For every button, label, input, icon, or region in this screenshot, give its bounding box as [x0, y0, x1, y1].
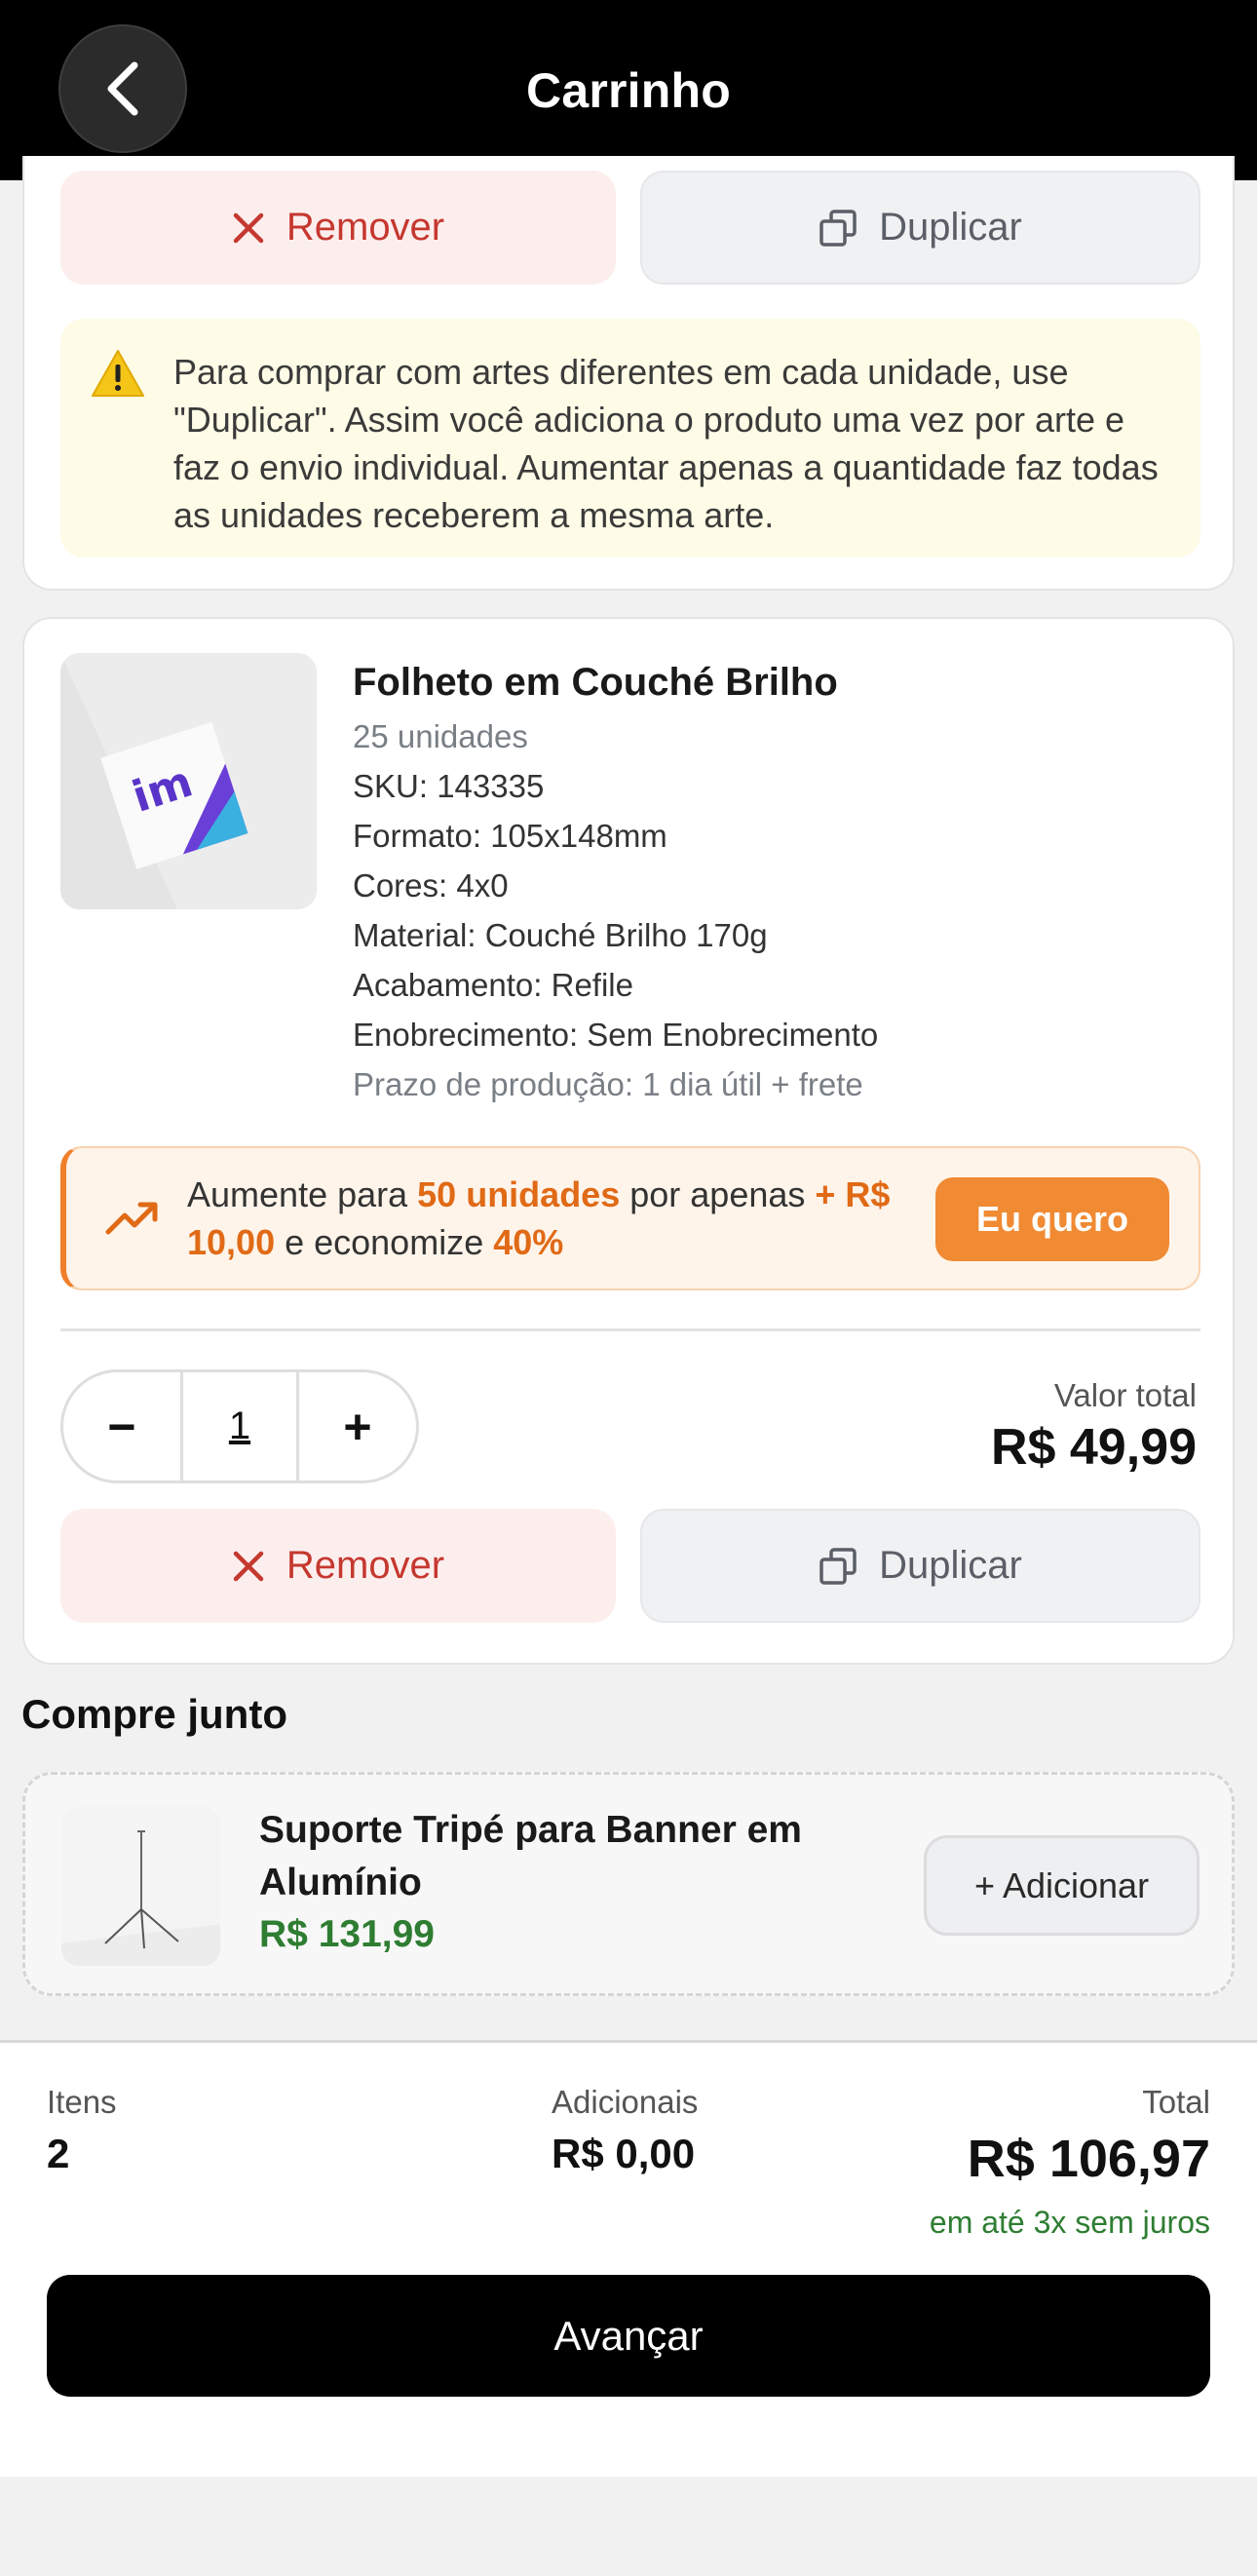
item-actions: Remover Duplicar [60, 1509, 1200, 1623]
upsell-units: 50 unidades [417, 1174, 621, 1214]
increase-button[interactable]: + [299, 1372, 416, 1480]
upsell-accept-button[interactable]: Eu quero [935, 1177, 1169, 1261]
cross-sell-card: Suporte Tripé para Banner em Alumínio R$… [22, 1772, 1235, 1996]
chevron-left-icon [107, 61, 138, 116]
close-icon [233, 1551, 264, 1581]
duplicate-icon [819, 209, 857, 247]
page-title: Carrinho [526, 62, 731, 118]
trending-up-icon [105, 1202, 158, 1235]
advance-button[interactable]: Avançar [47, 2275, 1210, 2397]
product-colors: Cores: 4x0 [353, 867, 509, 904]
extras-value: R$ 0,00 [552, 2131, 696, 2176]
upsell-prefix: Aumente para [187, 1174, 418, 1214]
upsell-text: Aumente para 50 unidades por apenas + R$… [187, 1171, 928, 1266]
section-title: Compre junto [21, 1691, 287, 1737]
duplicate-label: Duplicar [879, 206, 1022, 249]
product-details: Folheto em Couché Brilho 25 unidades SKU… [353, 653, 1171, 1109]
duplicate-hint-box: Para comprar com artes diferentes em cad… [60, 319, 1200, 557]
installments-text: em até 3x sem juros [929, 2205, 1210, 2240]
cart-item-card: Remover Duplicar Para comprar com artes … [22, 156, 1235, 591]
extras-label: Adicionais [552, 2084, 699, 2120]
warning-icon [92, 350, 144, 397]
quantity-upsell-banner: Aumente para 50 unidades por apenas + R$… [60, 1146, 1200, 1290]
remove-button[interactable]: Remover [60, 1509, 616, 1623]
product-image: im [60, 653, 317, 909]
cross-sell-name[interactable]: Suporte Tripé para Banner em Alumínio [259, 1804, 805, 1909]
product-lead-time: Prazo de produção: 1 dia útil + frete [353, 1066, 863, 1102]
product-format: Formato: 105x148mm [353, 818, 667, 854]
top-bar: Carrinho [0, 0, 1257, 180]
cross-sell-image [61, 1807, 220, 1966]
total-value: R$ 106,97 [967, 2130, 1210, 2188]
product-enhancement: Enobrecimento: Sem Enobrecimento [353, 1017, 879, 1053]
items-value: 2 [47, 2131, 70, 2176]
upsell-discount: 40% [493, 1222, 564, 1262]
back-button[interactable] [58, 24, 187, 153]
duplicate-button[interactable]: Duplicar [640, 171, 1200, 285]
item-actions: Remover Duplicar [60, 171, 1200, 285]
product-title[interactable]: Folheto em Couché Brilho [353, 653, 1171, 711]
duplicate-label: Duplicar [879, 1544, 1022, 1587]
remove-label: Remover [286, 1544, 445, 1587]
remove-label: Remover [286, 206, 445, 249]
product-units: 25 unidades [353, 718, 528, 754]
total-label: Total [1142, 2084, 1210, 2120]
decrease-button[interactable]: − [63, 1372, 180, 1480]
product-material: Material: Couché Brilho 170g [353, 917, 768, 953]
quantity-stepper: − 1 + [60, 1369, 419, 1483]
items-label: Itens [47, 2084, 117, 2120]
flyer-illustration: im [60, 653, 317, 909]
item-total-label: Valor total [1053, 1377, 1197, 1413]
add-cross-sell-button[interactable]: + Adicionar [924, 1835, 1200, 1936]
close-icon [233, 212, 264, 243]
checkout-summary: Itens 2 Adicionais R$ 0,00 Total R$ 106,… [0, 2040, 1257, 2477]
quantity-value[interactable]: 1 [180, 1372, 299, 1480]
divider [60, 1328, 1200, 1331]
tripod-illustration [61, 1807, 220, 1966]
upsell-middle: por apenas [620, 1174, 816, 1214]
cart-item-card: im Folheto em Couché Brilho 25 unidades … [22, 617, 1235, 1665]
duplicate-button[interactable]: Duplicar [640, 1509, 1200, 1623]
product-finish: Acabamento: Refile [353, 967, 633, 1003]
remove-button[interactable]: Remover [60, 171, 616, 285]
item-total-value: R$ 49,99 [990, 1419, 1197, 1476]
product-sku: SKU: 143335 [353, 768, 545, 804]
upsell-middle2: e economize [275, 1222, 494, 1262]
duplicate-icon [819, 1547, 857, 1585]
duplicate-hint-text: Para comprar com artes diferentes em cad… [173, 352, 1159, 535]
cross-sell-price: R$ 131,99 [259, 1913, 435, 1955]
